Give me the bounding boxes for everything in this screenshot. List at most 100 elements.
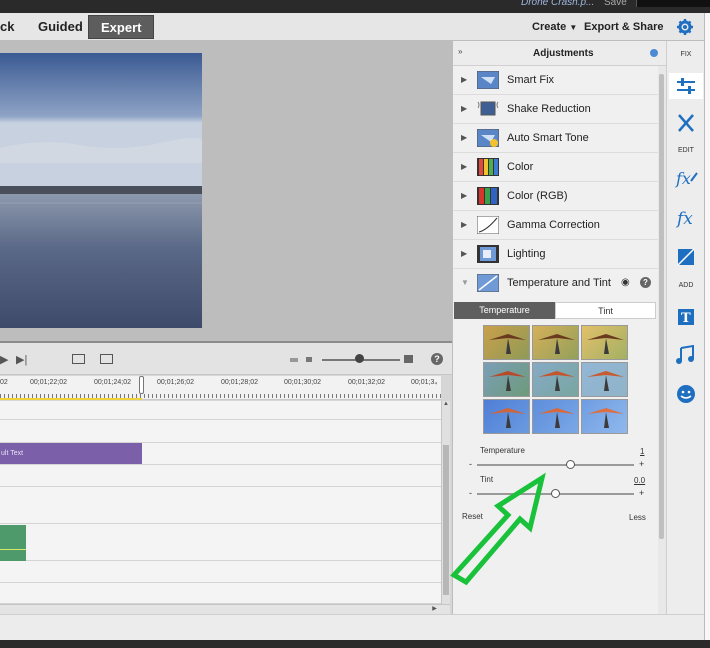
- panel-scrollbar[interactable]: [658, 66, 666, 614]
- preset-thumbnail[interactable]: [483, 399, 530, 434]
- preset-thumbnail[interactable]: [581, 325, 628, 360]
- title-text-icon[interactable]: T: [667, 307, 705, 327]
- save-label[interactable]: Save: [604, 0, 627, 8]
- expand-arrow-icon[interactable]: ▶: [461, 104, 467, 113]
- next-frame-icon[interactable]: ▶|: [16, 353, 27, 366]
- smart-fix-icon: [477, 71, 499, 89]
- zoom-slider-knob[interactable]: [355, 354, 364, 363]
- auto-smart-tone-icon: [477, 129, 499, 147]
- tab-quick[interactable]: ck: [0, 15, 14, 39]
- play-icon[interactable]: ▶: [0, 353, 8, 366]
- video-preview-frame: [0, 53, 202, 328]
- video-clip[interactable]: [0, 525, 26, 561]
- zoom-small-icon[interactable]: [306, 357, 312, 362]
- preset-thumbnail[interactable]: [532, 399, 579, 434]
- help-icon[interactable]: ?: [431, 353, 443, 365]
- zoom-in-icon[interactable]: [404, 355, 413, 363]
- adjustment-label: Lighting: [507, 248, 546, 260]
- adjustment-label: Color (RGB): [507, 190, 568, 202]
- tab-temperature[interactable]: Temperature: [454, 302, 555, 319]
- temperature-value[interactable]: 1: [640, 447, 644, 456]
- scroll-right-icon[interactable]: ▶: [430, 605, 439, 614]
- scroll-up-icon[interactable]: ▲: [442, 401, 450, 411]
- adjustment-color[interactable]: ▶ Color: [453, 153, 658, 182]
- svg-text:T: T: [681, 311, 691, 326]
- export-share-menu[interactable]: Export & Share: [584, 15, 663, 39]
- status-bar: [0, 614, 704, 640]
- timeline-ruler[interactable]: 02 00;01;22;02 00;01;24;02 00;01;26;02 0…: [0, 376, 441, 400]
- fx-icon[interactable]: fx: [667, 207, 705, 229]
- expand-arrow-icon[interactable]: ▶: [461, 75, 467, 84]
- color-icon: [477, 158, 499, 176]
- timecode: 00;01;3₄: [411, 379, 438, 386]
- less-button[interactable]: Less: [629, 513, 646, 522]
- adjustment-label: Shake Reduction: [507, 103, 591, 115]
- expand-arrow-icon[interactable]: ▶: [461, 162, 467, 171]
- zoom-out-icon[interactable]: [290, 358, 298, 362]
- track: [0, 487, 441, 524]
- panel-scroll-thumb[interactable]: [659, 74, 664, 539]
- preset-thumbnail[interactable]: [581, 362, 628, 397]
- fullscreen-icon[interactable]: [100, 354, 113, 364]
- adjustments-sliders-icon[interactable]: [667, 73, 705, 99]
- tint-plus[interactable]: +: [639, 488, 644, 498]
- adjustment-lighting[interactable]: ▶ Lighting: [453, 240, 658, 269]
- collapse-panel-icon[interactable]: »: [458, 47, 462, 56]
- temperature-slider-track[interactable]: [477, 464, 634, 466]
- adjustment-smart-fix[interactable]: ▶ Smart Fix: [453, 66, 658, 95]
- graphics-smiley-icon[interactable]: [667, 383, 705, 405]
- adjustment-color-rgb[interactable]: ▶ Color (RGB): [453, 182, 658, 211]
- temperature-plus[interactable]: +: [639, 459, 644, 469]
- svg-text:fx: fx: [675, 209, 693, 229]
- timecode: 00;01;32;02: [348, 379, 385, 386]
- adjustment-temperature-tint[interactable]: ▼ Temperature and Tint ◉ ?: [453, 269, 658, 298]
- tab-expert[interactable]: Expert: [88, 15, 155, 39]
- window-title-strip: Drone Crash.p... Save: [0, 0, 710, 13]
- preset-thumbnail[interactable]: [581, 399, 628, 434]
- preset-thumbnail[interactable]: [532, 325, 579, 360]
- svg-text:fx: fx: [675, 169, 691, 188]
- music-icon[interactable]: [667, 344, 705, 366]
- preview-area: [0, 41, 452, 341]
- temperature-slider-knob[interactable]: [566, 460, 576, 469]
- tools-icon[interactable]: [667, 113, 705, 133]
- expand-arrow-icon[interactable]: ▶: [461, 133, 467, 142]
- work-area-bar: [0, 398, 142, 400]
- fix-label: FIX: [680, 51, 692, 58]
- tab-tint[interactable]: Tint: [555, 302, 656, 319]
- preset-thumbnail[interactable]: [483, 325, 530, 360]
- adjustment-gamma-correction[interactable]: ▶ Gamma Correction: [453, 211, 658, 240]
- tint-value[interactable]: 0.0: [634, 476, 645, 485]
- temperature-minus[interactable]: -: [469, 459, 472, 469]
- temperature-tint-tabs: Temperature Tint: [453, 302, 658, 319]
- shake-reduction-icon: [477, 100, 499, 118]
- expand-arrow-icon[interactable]: ▶: [461, 191, 467, 200]
- expand-arrow-icon[interactable]: ▶: [461, 249, 467, 258]
- help-icon[interactable]: ?: [640, 277, 651, 288]
- track: [0, 420, 441, 443]
- adjustment-auto-smart-tone[interactable]: ▶ Auto Smart Tone: [453, 124, 658, 153]
- preset-thumbnail[interactable]: [483, 362, 530, 397]
- dropdown-caret-icon: ▼: [569, 23, 578, 32]
- temperature-label: Temperature: [480, 446, 525, 455]
- color-rgb-icon: [477, 187, 499, 205]
- fx-edit-icon[interactable]: fx: [667, 167, 705, 189]
- tab-guided[interactable]: Guided: [38, 15, 83, 39]
- panel-options-icon[interactable]: [650, 49, 658, 57]
- monitor-icon[interactable]: [72, 354, 85, 364]
- adjustment-label: Color: [507, 161, 534, 173]
- preset-thumbnail[interactable]: [532, 362, 579, 397]
- track: [0, 401, 441, 420]
- playhead-handle[interactable]: [139, 376, 144, 394]
- create-menu[interactable]: Create ▼: [532, 15, 577, 39]
- timeline-horizontal-scrollbar[interactable]: ▶: [0, 604, 450, 614]
- panel-header: » Adjustments: [453, 41, 667, 66]
- visibility-eye-icon[interactable]: ◉: [621, 277, 630, 288]
- window-edge: [704, 13, 710, 640]
- text-clip[interactable]: ult Text: [0, 443, 142, 464]
- expand-arrow-icon[interactable]: ▶: [461, 220, 467, 229]
- collapse-arrow-icon[interactable]: ▼: [461, 278, 469, 287]
- transition-icon[interactable]: [667, 247, 705, 267]
- adjustment-shake-reduction[interactable]: ▶ Shake Reduction: [453, 95, 658, 124]
- gear-icon[interactable]: [676, 18, 694, 36]
